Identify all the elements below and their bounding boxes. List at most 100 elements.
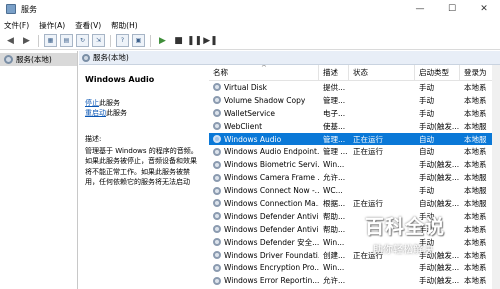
service-startup-cell: 手动(触发...: [419, 276, 460, 286]
service-name: Windows Connection Ma...: [224, 198, 319, 208]
column-header-status[interactable]: 状态: [349, 65, 415, 81]
service-status-cell: 正在运行: [353, 147, 383, 157]
service-status-cell: 正在运行: [353, 198, 383, 208]
watermark-title: 百科全说: [365, 216, 446, 238]
service-description-cell: 允许...: [323, 173, 346, 183]
menu-action[interactable]: 操作(A): [35, 20, 71, 31]
service-gear-icon: [213, 238, 221, 247]
description-panel: Windows Audio 停止此服务 重启动此服务 描述: 管理基于 Wind…: [79, 65, 205, 289]
service-gear-icon: [213, 225, 221, 234]
service-name: WebClient: [224, 121, 263, 131]
service-startup-cell: 手动(触发...: [419, 160, 460, 170]
service-startup-cell: 手动(触发...: [419, 173, 460, 183]
service-gear-icon: [213, 160, 221, 169]
service-startup-cell: 手动(触发...: [419, 263, 460, 273]
service-gear-icon: [213, 122, 221, 131]
description-line: 如果此服务被停止，音频设备和效果: [85, 157, 197, 166]
table-row[interactable]: WalletService 电子... 手动 本地系: [209, 107, 500, 120]
service-name-cell: Windows Audio Endpoint...: [209, 147, 319, 156]
service-description-cell: WC...: [323, 186, 343, 196]
restart-service-link[interactable]: 重启动: [85, 109, 106, 117]
show-hide-tree-icon[interactable]: ▦: [44, 34, 57, 47]
service-description-cell: 允许...: [323, 276, 346, 286]
help-icon[interactable]: ?: [116, 34, 129, 47]
refresh-icon[interactable]: ↻: [76, 34, 89, 47]
restart-service-icon[interactable]: ▶❚: [203, 34, 217, 47]
service-gear-icon: [213, 199, 221, 208]
service-startup-cell: 自动(触发...: [419, 198, 460, 208]
description-line: 用，任何依赖它的服务将无法启动: [85, 177, 190, 186]
stop-service-link[interactable]: 停止: [85, 99, 99, 107]
table-row[interactable]: Windows Camera Frame ... 允许... 手动(触发... 本地服: [209, 171, 500, 184]
table-row[interactable]: WebClient 使基... 手动(触发... 本地服: [209, 120, 500, 133]
services-app-icon: [6, 4, 16, 14]
description-line: 管理基于 Windows 的程序的音频。: [85, 147, 198, 155]
toolbar-divider: [38, 34, 39, 47]
table-row[interactable]: Virtual Disk 提供... 手动 本地系: [209, 81, 500, 94]
pane-header-label: 服务(本地): [93, 53, 129, 62]
start-service-icon[interactable]: ▶: [156, 34, 169, 47]
table-row[interactable]: Volume Shadow Copy 管理... 手动 本地系: [209, 94, 500, 107]
description-label: 描述:: [85, 135, 102, 143]
maximize-button[interactable]: ☐: [436, 0, 468, 18]
table-row[interactable]: Windows Connection Ma... 根据... 正在运行 自动(触发..…: [209, 197, 500, 210]
watermark-logo: 百科全说 助你轻松解决: [365, 212, 475, 262]
pause-service-icon[interactable]: ❚❚: [187, 34, 202, 47]
service-gear-icon: [213, 263, 221, 272]
menu-view[interactable]: 查看(V): [71, 20, 107, 31]
service-name-cell: WebClient: [209, 122, 319, 131]
service-name-cell: Windows Biometric Servi...: [209, 160, 319, 169]
column-header-description[interactable]: 描述: [319, 65, 349, 81]
table-row[interactable]: Windows Connect Now -... WC... 手动 本地服: [209, 184, 500, 197]
close-button[interactable]: ✕: [468, 0, 500, 18]
service-name: Windows Biometric Servi...: [224, 160, 319, 170]
service-name-cell: Windows Connect Now -...: [209, 186, 319, 195]
service-name-cell: Windows Audio: [209, 135, 319, 144]
gear-icon: [4, 55, 13, 64]
service-name-cell: Windows Defender Antivi...: [209, 212, 319, 221]
stop-service-icon[interactable]: ■: [172, 34, 185, 47]
table-row[interactable]: Windows Error Reportin... 允许... 手动(触发... 本地…: [209, 274, 500, 287]
table-row[interactable]: Windows Audio Endpoint... 管理 ... 正在运行 自动 本地系: [209, 145, 500, 158]
watermark-subtitle: 助你轻松解决: [373, 245, 433, 256]
service-description-cell: 创建...: [323, 250, 346, 260]
description-text: 管理基于 Windows 的程序的音频。 如果此服务被停止，音频设备和效果 将不…: [85, 146, 199, 187]
service-description-cell: 管理...: [323, 134, 346, 144]
table-row[interactable]: Windows Audio 管理... 正在运行 自动 本地服: [209, 132, 500, 146]
forward-arrow-icon[interactable]: ▶: [20, 34, 33, 47]
toolbar-divider: [110, 34, 111, 47]
table-row[interactable]: Windows Biometric Servi... Win... 手动(触发...…: [209, 158, 500, 171]
back-arrow-icon[interactable]: ◀: [4, 34, 17, 47]
table-row[interactable]: Windows Encryption Pro... Win... 手动(触发... 本…: [209, 261, 500, 274]
tree-item-services-local[interactable]: 服务(本地): [0, 53, 77, 66]
menu-file[interactable]: 文件(F): [0, 20, 35, 31]
vertical-scrollbar[interactable]: [492, 65, 500, 289]
export-list-icon[interactable]: ⇲: [92, 34, 105, 47]
menu-help[interactable]: 帮助(H): [107, 20, 144, 31]
service-description-cell: 管理 ...: [323, 147, 348, 157]
service-description-cell: Win...: [323, 160, 345, 170]
window-controls: — ☐ ✕: [404, 0, 500, 18]
minimize-button[interactable]: —: [404, 0, 436, 18]
service-name-cell: Windows Error Reportin...: [209, 276, 319, 285]
service-name: Windows Driver Foundati...: [224, 250, 319, 260]
column-header-startup-type[interactable]: 启动类型: [415, 65, 460, 81]
mmc-console-icon[interactable]: ▣: [132, 34, 145, 47]
service-status-cell: 正在运行: [353, 134, 383, 144]
service-description-cell: 提供...: [323, 82, 346, 92]
tree-item-label: 服务(本地): [16, 55, 52, 64]
toolbar-divider: [150, 34, 151, 47]
service-name: Windows Camera Frame ...: [224, 173, 319, 183]
service-description-cell: 使基...: [323, 121, 346, 131]
service-startup-cell: 手动(触发...: [419, 121, 460, 131]
gear-icon: [82, 53, 90, 62]
service-action-links: 停止此服务 重启动此服务: [85, 98, 199, 118]
service-name: Windows Error Reportin...: [224, 276, 319, 286]
service-startup-cell: 自动: [419, 134, 434, 144]
service-gear-icon: [213, 276, 221, 285]
service-description-cell: Win...: [323, 237, 345, 247]
properties-icon[interactable]: ▤: [60, 34, 73, 47]
toolbar: ◀ ▶ ▦ ▤ ↻ ⇲ ? ▣ ▶ ■ ❚❚ ▶❚: [0, 32, 500, 50]
service-gear-icon: [213, 173, 221, 182]
service-startup-cell: 手动: [419, 95, 434, 105]
